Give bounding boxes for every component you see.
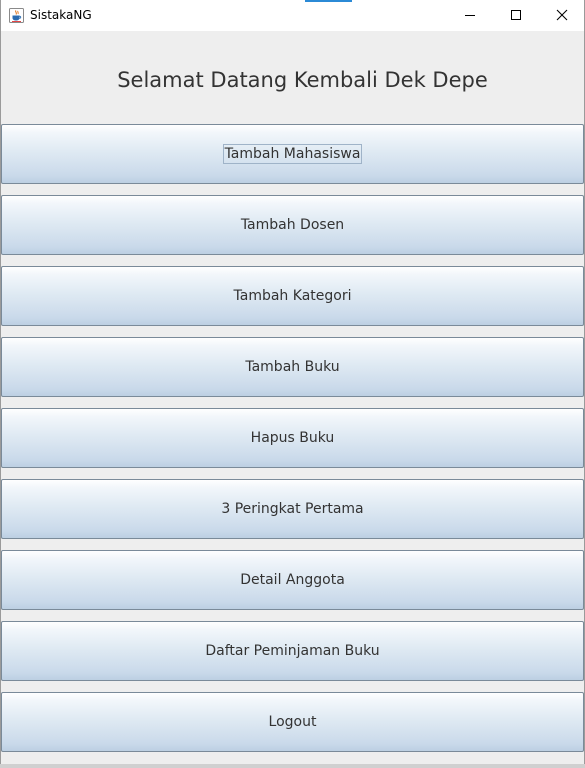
button-label: Hapus Buku [250, 430, 335, 446]
app-window: SistakaNG Selamat Datang Kembali Dek Dep… [0, 0, 585, 768]
maximize-icon [510, 6, 522, 25]
minimize-button[interactable] [447, 0, 493, 31]
tambah-dosen-button[interactable]: Tambah Dosen [1, 195, 584, 255]
main-panel: Selamat Datang Kembali Dek Depe Tambah M… [1, 31, 584, 768]
button-label: 3 Peringkat Pertama [221, 501, 364, 517]
button-label: Daftar Peminjaman Buku [205, 643, 380, 659]
window-title: SistakaNG [30, 8, 92, 22]
button-label: Detail Anggota [240, 572, 345, 588]
window-bottom-edge [0, 764, 585, 768]
maximize-button[interactable] [493, 0, 539, 31]
button-label: Tambah Buku [245, 359, 340, 375]
tambah-mahasiswa-button[interactable]: Tambah Mahasiswa [1, 124, 584, 184]
daftar-peminjaman-buku-button[interactable]: Daftar Peminjaman Buku [1, 621, 584, 681]
welcome-heading: Selamat Datang Kembali Dek Depe [117, 68, 488, 92]
tambah-buku-button[interactable]: Tambah Buku [1, 337, 584, 397]
button-label: Tambah Dosen [240, 217, 345, 233]
title-bar[interactable]: SistakaNG [1, 0, 584, 31]
button-label: Tambah Kategori [233, 288, 352, 304]
title-bar-accent [305, 0, 352, 2]
detail-anggota-button[interactable]: Detail Anggota [1, 550, 584, 610]
hapus-buku-button[interactable]: Hapus Buku [1, 408, 584, 468]
button-label: Tambah Mahasiswa [222, 144, 363, 164]
minimize-icon [464, 6, 476, 25]
close-icon [556, 6, 568, 25]
button-label: Logout [268, 714, 317, 730]
tambah-kategori-button[interactable]: Tambah Kategori [1, 266, 584, 326]
peringkat-pertama-button[interactable]: 3 Peringkat Pertama [1, 479, 584, 539]
java-cup-icon[interactable] [9, 8, 24, 23]
logout-button[interactable]: Logout [1, 692, 584, 752]
close-button[interactable] [539, 0, 585, 31]
